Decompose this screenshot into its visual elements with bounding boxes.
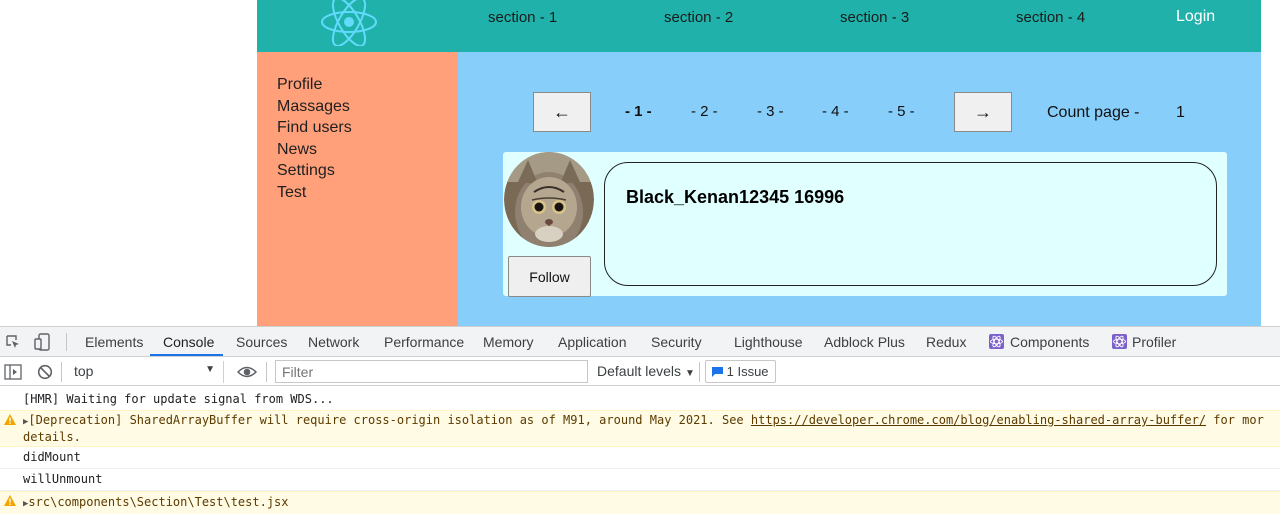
count-page-value: 1 [1176, 104, 1185, 121]
tab-adblock-plus[interactable]: Adblock Plus [824, 334, 905, 350]
context-select[interactable]: top ▼ [66, 361, 224, 383]
page-4[interactable]: - 4 - [822, 103, 849, 120]
react-components-icon [989, 334, 1004, 349]
count-page-label: Count page - [1047, 104, 1140, 121]
user-name: Black_Kenan12345 16996 [626, 187, 845, 207]
login-link[interactable]: Login [1176, 8, 1215, 26]
inspect-element-icon[interactable] [5, 334, 21, 350]
sidebar-item-test[interactable]: Test [277, 182, 458, 204]
log-levels-label: Default levels [597, 363, 682, 379]
clear-console-icon[interactable] [37, 364, 53, 380]
sidebar-item-news[interactable]: News [277, 139, 458, 161]
tab-elements[interactable]: Elements [85, 334, 143, 350]
warning-text: [Deprecation] SharedArrayBuffer will req… [28, 413, 751, 427]
nav-section-3[interactable]: section - 3 [840, 9, 909, 26]
warning-text-line2: details. [23, 430, 81, 444]
content-area: ← - 1 - - 2 - - 3 - - 4 - - 5 - → Count … [458, 52, 1261, 326]
user-card: Follow Black_Kenan12345 16996 [503, 152, 1227, 297]
console-message: [HMR] Waiting for update signal from WDS… [0, 390, 1280, 412]
nav-section-2[interactable]: section - 2 [664, 9, 733, 26]
warning-icon [4, 414, 16, 425]
console-message-text: willUnmount [23, 472, 103, 486]
tab-memory[interactable]: Memory [483, 334, 534, 350]
issue-message-icon [712, 367, 723, 377]
live-expression-eye-icon[interactable] [237, 365, 257, 379]
tab-profiler[interactable]: Profiler [1132, 334, 1176, 350]
react-logo-icon[interactable] [319, 0, 379, 46]
console-message: willUnmount [0, 469, 1280, 491]
context-select-value: top [74, 363, 94, 379]
follow-button[interactable]: Follow [508, 256, 591, 297]
toolbar-divider [66, 333, 67, 351]
show-sidebar-icon[interactable] [4, 364, 22, 380]
page-5[interactable]: - 5 - [888, 103, 915, 120]
log-levels-dropdown[interactable]: Default levels ▼ [597, 363, 695, 379]
warning-text: src\components\Section\Test\test.jsx [28, 495, 289, 509]
console-message-text: didMount [23, 450, 81, 464]
tab-performance[interactable]: Performance [384, 334, 464, 350]
filter-input[interactable] [275, 360, 588, 383]
tab-redux[interactable]: Redux [926, 334, 966, 350]
app-viewport: section - 1 section - 2 section - 3 sect… [257, 0, 1261, 326]
device-toolbar-icon[interactable] [34, 333, 52, 351]
sidebar-item-settings[interactable]: Settings [277, 160, 458, 182]
page-1[interactable]: - 1 - [625, 103, 652, 120]
console-warning[interactable]: ▶[Deprecation] SharedArrayBuffer will re… [0, 410, 1280, 447]
warning-tail: for mor [1206, 413, 1264, 427]
sidebar-item-profile[interactable]: Profile [277, 74, 458, 96]
devtools-panel: Elements Console Sources Network Perform… [0, 326, 1280, 514]
toolbar-divider [266, 362, 267, 382]
devtools-tab-bar: Elements Console Sources Network Perform… [0, 327, 1280, 357]
toolbar-divider [699, 362, 700, 382]
tab-lighthouse[interactable]: Lighthouse [734, 334, 803, 350]
tab-application[interactable]: Application [558, 334, 627, 350]
console-message: didMount [0, 447, 1280, 469]
user-info-box: Black_Kenan12345 16996 [604, 162, 1217, 286]
warning-icon [4, 495, 16, 506]
warning-link[interactable]: https://developer.chrome.com/blog/enabli… [751, 413, 1206, 427]
tab-network[interactable]: Network [308, 334, 359, 350]
chevron-down-icon: ▼ [205, 364, 215, 375]
sidebar: Profile Massages Find users News Setting… [257, 52, 458, 326]
nav-section-1[interactable]: section - 1 [488, 9, 557, 26]
prev-page-button[interactable]: ← [533, 92, 591, 132]
tab-console[interactable]: Console [163, 334, 214, 350]
react-profiler-icon [1112, 334, 1127, 349]
user-avatar [504, 152, 594, 247]
active-tab-indicator [150, 354, 223, 356]
chevron-down-icon: ▼ [684, 368, 695, 379]
console-message-text: [HMR] Waiting for update signal from WDS… [23, 392, 334, 406]
tab-security[interactable]: Security [651, 334, 702, 350]
page-3[interactable]: - 3 - [757, 103, 784, 120]
next-page-button[interactable]: → [954, 92, 1012, 132]
tab-sources[interactable]: Sources [236, 334, 287, 350]
console-toolbar: top ▼ Default levels ▼ 1 Issue [0, 358, 1280, 386]
tab-components[interactable]: Components [1010, 334, 1089, 350]
header: section - 1 section - 2 section - 3 sect… [257, 0, 1261, 52]
issues-button[interactable]: 1 Issue [705, 360, 776, 383]
toolbar-divider [61, 362, 62, 382]
nav-section-4[interactable]: section - 4 [1016, 9, 1085, 26]
issues-count: 1 Issue [726, 364, 769, 379]
console-output: [HMR] Waiting for update signal from WDS… [0, 387, 1280, 514]
page-2[interactable]: - 2 - [691, 103, 718, 120]
console-warning[interactable]: ▶src\components\Section\Test\test.jsx [0, 491, 1280, 514]
sidebar-item-massages[interactable]: Massages [277, 96, 458, 118]
sidebar-item-find-users[interactable]: Find users [277, 117, 458, 139]
